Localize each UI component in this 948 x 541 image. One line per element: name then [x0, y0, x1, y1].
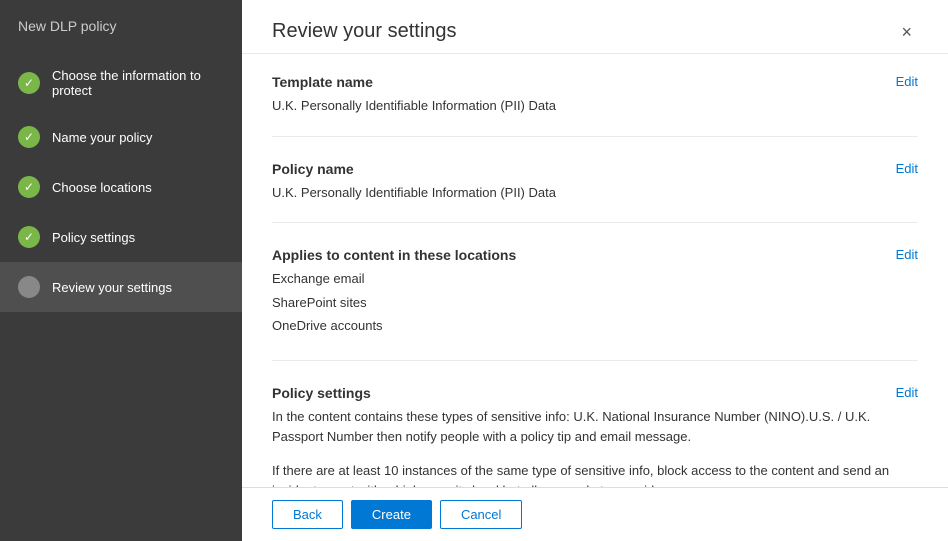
sidebar: New DLP policy ✓ Choose the information … — [0, 0, 242, 541]
step-icon-policy-settings: ✓ — [18, 226, 40, 248]
step-icon-choose-locations: ✓ — [18, 176, 40, 198]
checkmark-icon: ✓ — [24, 76, 34, 90]
policy-name-section: Policy name Edit U.K. Personally Identif… — [272, 161, 918, 224]
template-name-section: Template name Edit U.K. Personally Ident… — [272, 74, 918, 137]
policy-settings-header: Policy settings Edit — [272, 385, 918, 401]
location-onedrive: OneDrive accounts — [272, 316, 918, 336]
locations-header: Applies to content in these locations Ed… — [272, 247, 918, 263]
policy-settings-edit[interactable]: Edit — [896, 385, 918, 400]
sidebar-item-review-settings[interactable]: Review your settings — [0, 262, 242, 312]
close-button[interactable]: × — [895, 21, 918, 43]
template-name-value: U.K. Personally Identifiable Information… — [272, 96, 918, 116]
sidebar-item-choose-locations[interactable]: ✓ Choose locations — [0, 162, 242, 212]
sidebar-item-label: Name your policy — [52, 130, 152, 145]
footer: Back Create Cancel — [242, 487, 948, 541]
policy-name-label: Policy name — [272, 161, 354, 177]
checkmark-icon: ✓ — [24, 230, 34, 244]
policy-settings-paragraph1: In the content contains these types of s… — [272, 407, 918, 447]
step-icon-review-settings — [18, 276, 40, 298]
sidebar-title: New DLP policy — [0, 0, 242, 54]
sidebar-item-label: Policy settings — [52, 230, 135, 245]
policy-name-value: U.K. Personally Identifiable Information… — [272, 183, 918, 203]
template-name-label: Template name — [272, 74, 373, 90]
page-title: Review your settings — [272, 20, 457, 43]
cancel-button[interactable]: Cancel — [440, 500, 522, 529]
sidebar-item-label: Choose locations — [52, 180, 152, 195]
locations-values: Exchange email SharePoint sites OneDrive… — [272, 269, 918, 336]
locations-section: Applies to content in these locations Ed… — [272, 247, 918, 361]
content-area: Template name Edit U.K. Personally Ident… — [242, 54, 948, 487]
policy-settings-section: Policy settings Edit In the content cont… — [272, 385, 918, 488]
sidebar-item-policy-settings[interactable]: ✓ Policy settings — [0, 212, 242, 262]
sidebar-item-label: Review your settings — [52, 280, 172, 295]
step-icon-name-policy: ✓ — [18, 126, 40, 148]
locations-label: Applies to content in these locations — [272, 247, 516, 263]
step-icon-choose-info: ✓ — [18, 72, 40, 94]
policy-settings-paragraph2: If there are at least 10 instances of th… — [272, 461, 918, 487]
policy-name-header: Policy name Edit — [272, 161, 918, 177]
template-name-header: Template name Edit — [272, 74, 918, 90]
sidebar-item-label: Choose the information to protect — [52, 68, 224, 98]
sidebar-item-name-policy[interactable]: ✓ Name your policy — [0, 112, 242, 162]
template-name-edit[interactable]: Edit — [896, 74, 918, 89]
checkmark-icon: ✓ — [24, 180, 34, 194]
create-button[interactable]: Create — [351, 500, 432, 529]
main-panel: Review your settings × Template name Edi… — [242, 0, 948, 541]
locations-edit[interactable]: Edit — [896, 247, 918, 262]
back-button[interactable]: Back — [272, 500, 343, 529]
location-sharepoint: SharePoint sites — [272, 293, 918, 313]
policy-settings-label: Policy settings — [272, 385, 371, 401]
sidebar-item-choose-info[interactable]: ✓ Choose the information to protect — [0, 54, 242, 112]
main-header: Review your settings × — [242, 0, 948, 54]
policy-name-edit[interactable]: Edit — [896, 161, 918, 176]
checkmark-icon: ✓ — [24, 130, 34, 144]
location-exchange: Exchange email — [272, 269, 918, 289]
